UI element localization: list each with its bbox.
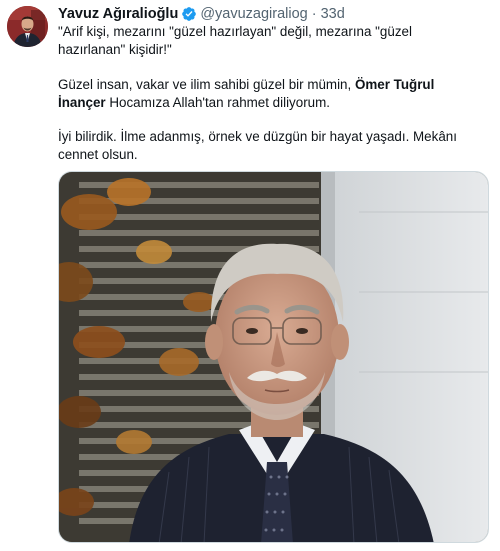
author-name[interactable]: Yavuz Ağıralioğlu bbox=[58, 6, 178, 22]
tweet-header: Yavuz Ağıralioğlu @yavuzagiraliog · 33d bbox=[58, 5, 345, 23]
paragraph2-text-start: Güzel insan, vakar ve ilim sahibi güzel … bbox=[58, 77, 355, 93]
tweet-paragraph-closing: İyi bilirdik. İlme adanmış, örnek ve düz… bbox=[58, 129, 457, 162]
tweet-timestamp[interactable]: 33d bbox=[321, 6, 345, 22]
author-handle[interactable]: @yavuzagiraliog bbox=[200, 6, 307, 22]
header-separator: · bbox=[311, 6, 317, 22]
tweet-text: "Arif kişi, mezarını "güzel hazırlayan" … bbox=[58, 23, 478, 164]
tweet-paragraph-quote: "Arif kişi, mezarını "güzel hazırlayan" … bbox=[58, 24, 412, 57]
tweet[interactable]: Yavuz Ağıralioğlu @yavuzagiraliog · 33d … bbox=[0, 0, 500, 551]
author-avatar[interactable] bbox=[7, 6, 48, 47]
verified-badge-icon bbox=[181, 6, 197, 22]
tweet-photo[interactable] bbox=[58, 171, 489, 543]
tweet-paragraph-condolence: Güzel insan, vakar ve ilim sahibi güzel … bbox=[58, 76, 478, 111]
paragraph2-text-end: Hocamıza Allah'tan rahmet diliyorum. bbox=[105, 94, 330, 110]
